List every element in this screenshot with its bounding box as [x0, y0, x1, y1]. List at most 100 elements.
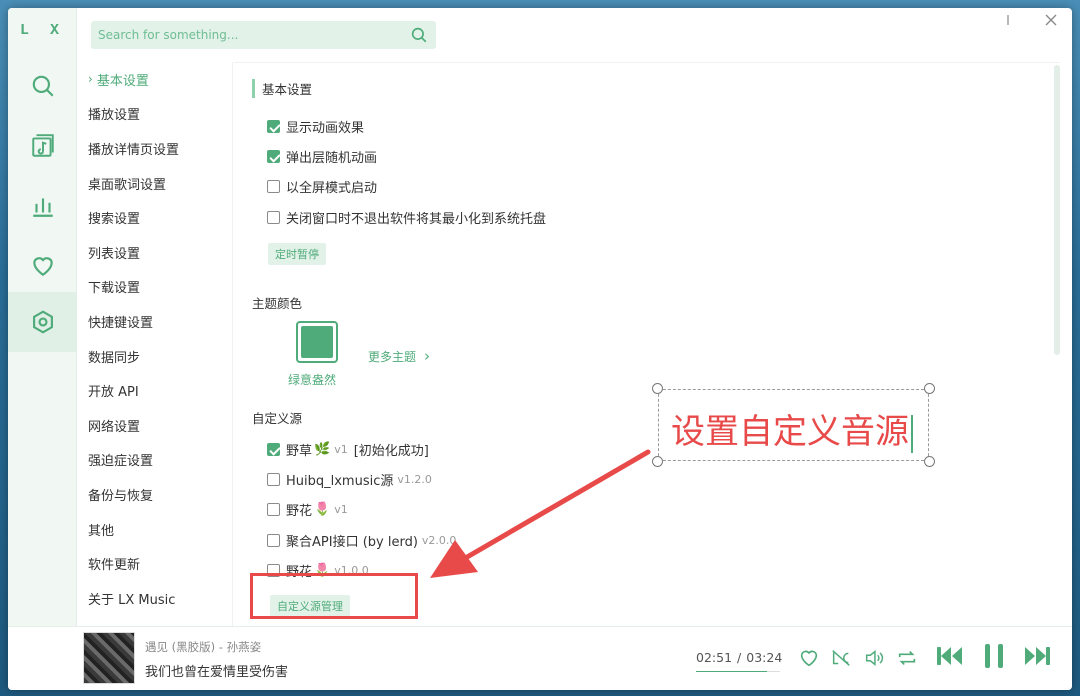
subnav-backup[interactable]: 备份与恢复 — [78, 477, 232, 512]
option-random-popup-animation[interactable]: 弹出层随机动画 — [267, 147, 377, 166]
more-themes-label: 更多主题 — [368, 349, 417, 364]
progress-fill — [696, 671, 767, 672]
rail-settings[interactable] — [8, 292, 77, 352]
app-window: L X ›基本设置 播放设置 播放详情页设置 桌面歌词设置 搜索设置 列表 — [8, 8, 1072, 690]
album-cover[interactable] — [83, 632, 135, 684]
settings-subnav: › 基本设置 播放设置 播放详情页设置 桌面歌词设置 搜索设置 列表设置 下载设置… — [78, 62, 233, 626]
theme-color-fill — [301, 326, 333, 358]
source-item[interactable]: Huibq_lxmusic源 v1.2.0 — [267, 470, 432, 489]
checkbox[interactable] — [267, 180, 280, 193]
desktop-lyric-button[interactable] — [830, 647, 852, 669]
checkbox[interactable] — [267, 211, 280, 224]
option-label: 显示动画效果 — [286, 121, 365, 136]
rail-search[interactable] — [8, 56, 77, 116]
volume-button[interactable] — [863, 647, 885, 669]
repeat-icon — [898, 650, 916, 666]
annotation-label: 设置自定义音源 — [671, 412, 909, 452]
player-bar: 遇见 (黑胶版) - 孙燕姿 我们也曾在爱情里受伤害 02:51 / 03:24 — [8, 626, 1072, 690]
song-title[interactable]: 遇见 (黑胶版) - 孙燕姿 — [145, 639, 261, 655]
checkbox[interactable] — [267, 120, 280, 133]
checkbox[interactable] — [267, 443, 280, 456]
checkbox[interactable] — [267, 534, 280, 547]
heart-icon — [32, 257, 53, 276]
checkbox[interactable] — [267, 473, 280, 486]
annotation-highlight-rect — [250, 573, 418, 619]
chevron-right-icon: › — [424, 347, 431, 365]
rail-music-list[interactable] — [8, 116, 77, 176]
search-input[interactable] — [98, 28, 398, 42]
search-bar[interactable] — [91, 21, 436, 49]
progress-bar[interactable] — [696, 671, 780, 672]
time-separator: / — [737, 650, 742, 665]
rail-favorites[interactable] — [8, 236, 77, 296]
current-time: 02:51 — [696, 650, 733, 665]
source-item[interactable]: 聚合API接口 (by lerd) v2.0.0 — [267, 531, 456, 550]
source-name: 聚合API接口 (by lerd) — [286, 535, 418, 550]
total-time: 03:24 — [746, 650, 783, 665]
subnav-desktop-lyric[interactable]: 桌面歌词设置 — [78, 166, 232, 201]
subnav-update[interactable]: 软件更新 — [78, 546, 232, 581]
next-button[interactable] — [1021, 640, 1053, 672]
tulip-icon: 🌷 — [314, 502, 331, 517]
previous-button[interactable] — [934, 640, 966, 672]
resize-handle[interactable] — [924, 383, 935, 394]
subnav-network[interactable]: 网络设置 — [78, 408, 232, 443]
rail-chart[interactable] — [8, 176, 77, 236]
subnav-open-api[interactable]: 开放 API — [78, 373, 232, 408]
favorite-button[interactable] — [798, 647, 820, 669]
heart-outline-icon — [800, 650, 818, 667]
nav-rail: L X — [8, 8, 77, 626]
resize-handle[interactable] — [652, 456, 663, 467]
section-title-custom-source: 自定义源 — [252, 411, 303, 426]
settings-content: 基本设置 显示动画效果 弹出层随机动画 以全屏模式启动 关闭窗口时不退出软件将其… — [234, 62, 1060, 626]
close-button[interactable] — [1043, 14, 1059, 30]
checkbox[interactable] — [267, 150, 280, 163]
subnav-list[interactable]: 列表设置 — [78, 235, 232, 270]
checkbox[interactable] — [267, 503, 280, 516]
pause-button[interactable] — [978, 640, 1010, 672]
subnav-hotkey[interactable]: 快捷键设置 — [78, 304, 232, 339]
subnav-play-detail[interactable]: 播放详情页设置 — [78, 131, 232, 166]
option-minimize-to-tray[interactable]: 关闭窗口时不退出软件将其最小化到系统托盘 — [267, 208, 546, 227]
annotation-text[interactable]: 设置自定义音源 — [671, 404, 913, 453]
option-fullscreen-start[interactable]: 以全屏模式启动 — [267, 177, 377, 196]
more-themes-link[interactable]: 更多主题 › — [368, 347, 430, 365]
subnav-play[interactable]: 播放设置 — [78, 97, 232, 132]
minimize-button[interactable] — [1000, 14, 1016, 30]
subnav-search[interactable]: 搜索设置 — [78, 200, 232, 235]
skip-next-icon — [1025, 647, 1050, 665]
text-caret — [911, 414, 913, 453]
source-name: Huibq_lxmusic源 — [286, 474, 394, 489]
subnav-sync[interactable]: 数据同步 — [78, 339, 232, 374]
search-icon — [32, 75, 54, 97]
subnav-ocd[interactable]: 强迫症设置 — [78, 443, 232, 478]
chevron-right-icon: › — [88, 72, 93, 87]
section-title-theme: 主题颜色 — [252, 296, 303, 311]
subnav-about[interactable]: 关于 LX Music — [78, 581, 232, 616]
resize-handle[interactable] — [652, 383, 663, 394]
source-name: 野草 — [286, 444, 313, 459]
resize-handle[interactable] — [924, 456, 935, 467]
search-icon[interactable] — [410, 26, 428, 44]
source-item[interactable]: 野花 🌷 v1 — [267, 500, 348, 519]
source-name: 野花 — [286, 504, 313, 519]
source-item[interactable]: 野草 🌿 v1 [初始化成功] — [267, 440, 429, 459]
option-show-animation[interactable]: 显示动画效果 — [267, 117, 364, 136]
subnav-download[interactable]: 下载设置 — [78, 270, 232, 305]
subnav-basic[interactable]: › 基本设置 — [78, 62, 232, 97]
subnav-other[interactable]: 其他 — [78, 512, 232, 547]
current-lyric: 我们也曾在爱情里受伤害 — [145, 665, 289, 680]
source-version: v1 — [334, 443, 348, 456]
repeat-button[interactable] — [896, 647, 918, 669]
chart-icon — [32, 198, 53, 217]
content-scrollbar[interactable] — [1054, 65, 1060, 355]
theme-swatch-current[interactable] — [296, 321, 338, 363]
option-label: 以全屏模式启动 — [286, 181, 378, 196]
herb-icon: 🌿 — [314, 442, 331, 457]
annotation-textbox[interactable]: 设置自定义音源 — [652, 383, 935, 467]
source-version: v1.2.0 — [397, 473, 432, 486]
timer-pause-button[interactable]: 定时暂停 — [268, 243, 326, 265]
volume-icon — [865, 650, 884, 666]
source-status: [初始化成功] — [353, 444, 429, 459]
minimize-icon — [1007, 15, 1009, 25]
